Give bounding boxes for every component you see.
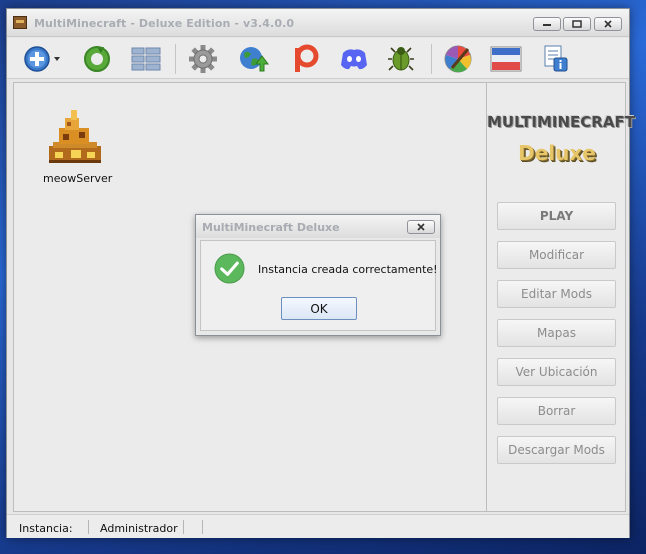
download-mods-button[interactable]: Descargar Mods xyxy=(497,436,616,464)
discord-icon xyxy=(341,49,367,70)
globe-upload-button[interactable] xyxy=(237,43,271,75)
toolbar xyxy=(7,38,629,79)
dialog-close-button[interactable] xyxy=(407,220,435,234)
minimize-button[interactable] xyxy=(533,17,561,31)
settings-button[interactable] xyxy=(186,43,220,75)
app-chest-icon xyxy=(13,16,27,29)
status-separator xyxy=(88,520,89,534)
modify-button[interactable]: Modificar xyxy=(497,241,616,269)
globe-upload-icon xyxy=(240,47,269,72)
info-button[interactable] xyxy=(539,43,573,75)
view-location-button[interactable]: Ver Ubicación xyxy=(497,358,616,386)
list-view-button[interactable] xyxy=(129,43,163,75)
maximize-button[interactable] xyxy=(563,17,591,31)
toolbar-separator xyxy=(175,44,176,74)
dialog-title-bar[interactable]: MultiMinecraft Deluxe xyxy=(196,215,440,238)
close-icon xyxy=(417,223,425,231)
discord-button[interactable] xyxy=(337,43,371,75)
action-side-panel: MULTIMINECRAFT Deluxe PLAY Modificar Edi… xyxy=(486,82,635,512)
palette-button[interactable] xyxy=(441,43,475,75)
add-instance-button[interactable] xyxy=(21,43,63,75)
patreon-button[interactable] xyxy=(288,43,322,75)
maximize-icon xyxy=(572,20,582,28)
dialog-message: Instancia creada correctamente! xyxy=(258,263,438,276)
status-instance-label: Instancia: xyxy=(19,522,73,535)
delete-button[interactable]: Borrar xyxy=(497,397,616,425)
logo-title: MULTIMINECRAFT xyxy=(487,113,635,131)
patreon-icon xyxy=(295,44,319,72)
window-title: MultiMinecraft - Deluxe Edition - v3.4.0… xyxy=(34,17,295,30)
status-user: Administrador xyxy=(100,522,178,535)
maps-button[interactable]: Mapas xyxy=(497,319,616,347)
logo-subtitle: Deluxe xyxy=(518,141,596,165)
status-separator xyxy=(183,520,184,534)
gear-icon xyxy=(189,45,217,73)
edit-mods-button[interactable]: Editar Mods xyxy=(497,280,616,308)
palette-icon xyxy=(444,45,472,73)
close-icon xyxy=(604,20,612,28)
dialog-body: Instancia creada correctamente! OK xyxy=(200,240,438,331)
instance-name: meowServer xyxy=(43,172,113,185)
ok-button[interactable]: OK xyxy=(281,297,357,320)
theme-button[interactable] xyxy=(489,43,523,75)
minimize-icon xyxy=(543,24,551,26)
refresh-icon xyxy=(84,46,110,72)
chest-fire-icon xyxy=(49,110,101,163)
success-dialog: MultiMinecraft Deluxe Instancia creada c… xyxy=(195,214,441,336)
status-separator xyxy=(202,520,203,534)
list-view-icon xyxy=(131,47,161,71)
bug-icon xyxy=(388,47,414,71)
instance-item[interactable]: meowServer xyxy=(33,106,117,196)
toolbar-separator xyxy=(431,44,432,74)
dialog-title: MultiMinecraft Deluxe xyxy=(202,221,340,234)
theme-icon xyxy=(490,46,522,72)
play-button[interactable]: PLAY xyxy=(497,202,616,230)
status-bar: Instancia: Administrador xyxy=(7,514,629,538)
bug-report-button[interactable] xyxy=(384,43,418,75)
add-icon xyxy=(24,46,60,72)
success-check-icon xyxy=(214,253,245,284)
close-button[interactable] xyxy=(594,17,622,31)
title-bar[interactable]: MultiMinecraft - Deluxe Edition - v3.4.0… xyxy=(7,9,629,37)
info-document-icon xyxy=(544,45,568,72)
refresh-button[interactable] xyxy=(80,43,114,75)
